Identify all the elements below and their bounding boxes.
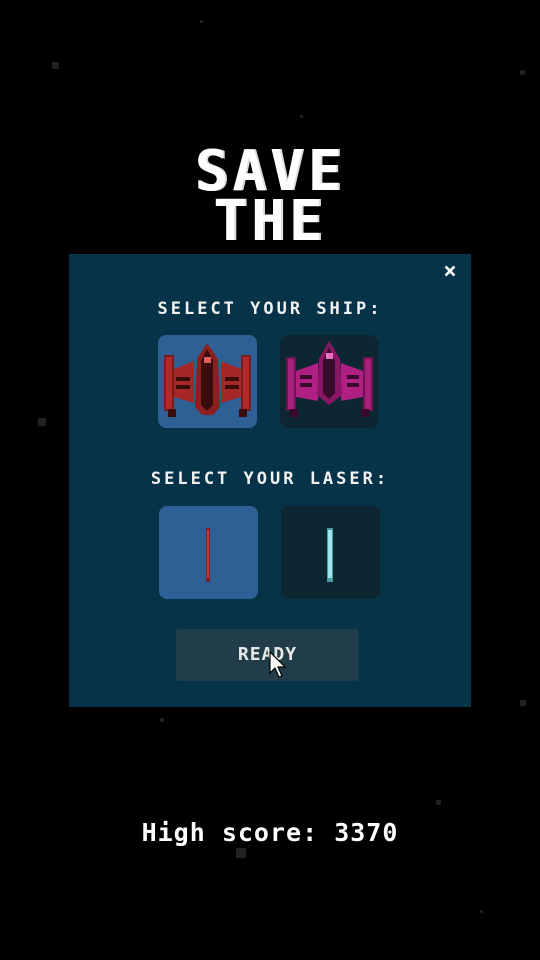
laser-option-red[interactable] xyxy=(159,506,258,599)
star xyxy=(520,70,525,75)
star xyxy=(160,718,164,722)
laser-option-cyan[interactable] xyxy=(281,506,380,599)
red-ship-icon xyxy=(164,343,251,417)
star xyxy=(480,910,483,913)
close-icon[interactable]: × xyxy=(439,260,461,284)
mouse-cursor-icon xyxy=(269,651,287,678)
ship-select-heading: SELECT YOUR SHIP: xyxy=(157,299,383,319)
ship-option-red[interactable] xyxy=(158,335,257,428)
cyan-laser-icon xyxy=(327,528,333,582)
loadout-dialog: × SELECT YOUR SHIP: SELECT YOUR LASER: R… xyxy=(69,254,471,707)
star xyxy=(436,800,441,805)
game-title-line-2: THE xyxy=(213,189,327,254)
high-score-label: High score: 3370 xyxy=(141,818,399,847)
star xyxy=(38,418,46,426)
star xyxy=(300,115,303,118)
magenta-ship-icon xyxy=(286,341,373,417)
star xyxy=(200,20,203,23)
laser-select-heading: SELECT YOUR LASER: xyxy=(150,469,390,489)
ready-button[interactable]: READY xyxy=(176,629,359,681)
star xyxy=(52,62,59,69)
red-laser-icon xyxy=(206,528,210,582)
ship-option-magenta[interactable] xyxy=(280,335,379,428)
star xyxy=(520,700,526,706)
star xyxy=(236,848,246,858)
